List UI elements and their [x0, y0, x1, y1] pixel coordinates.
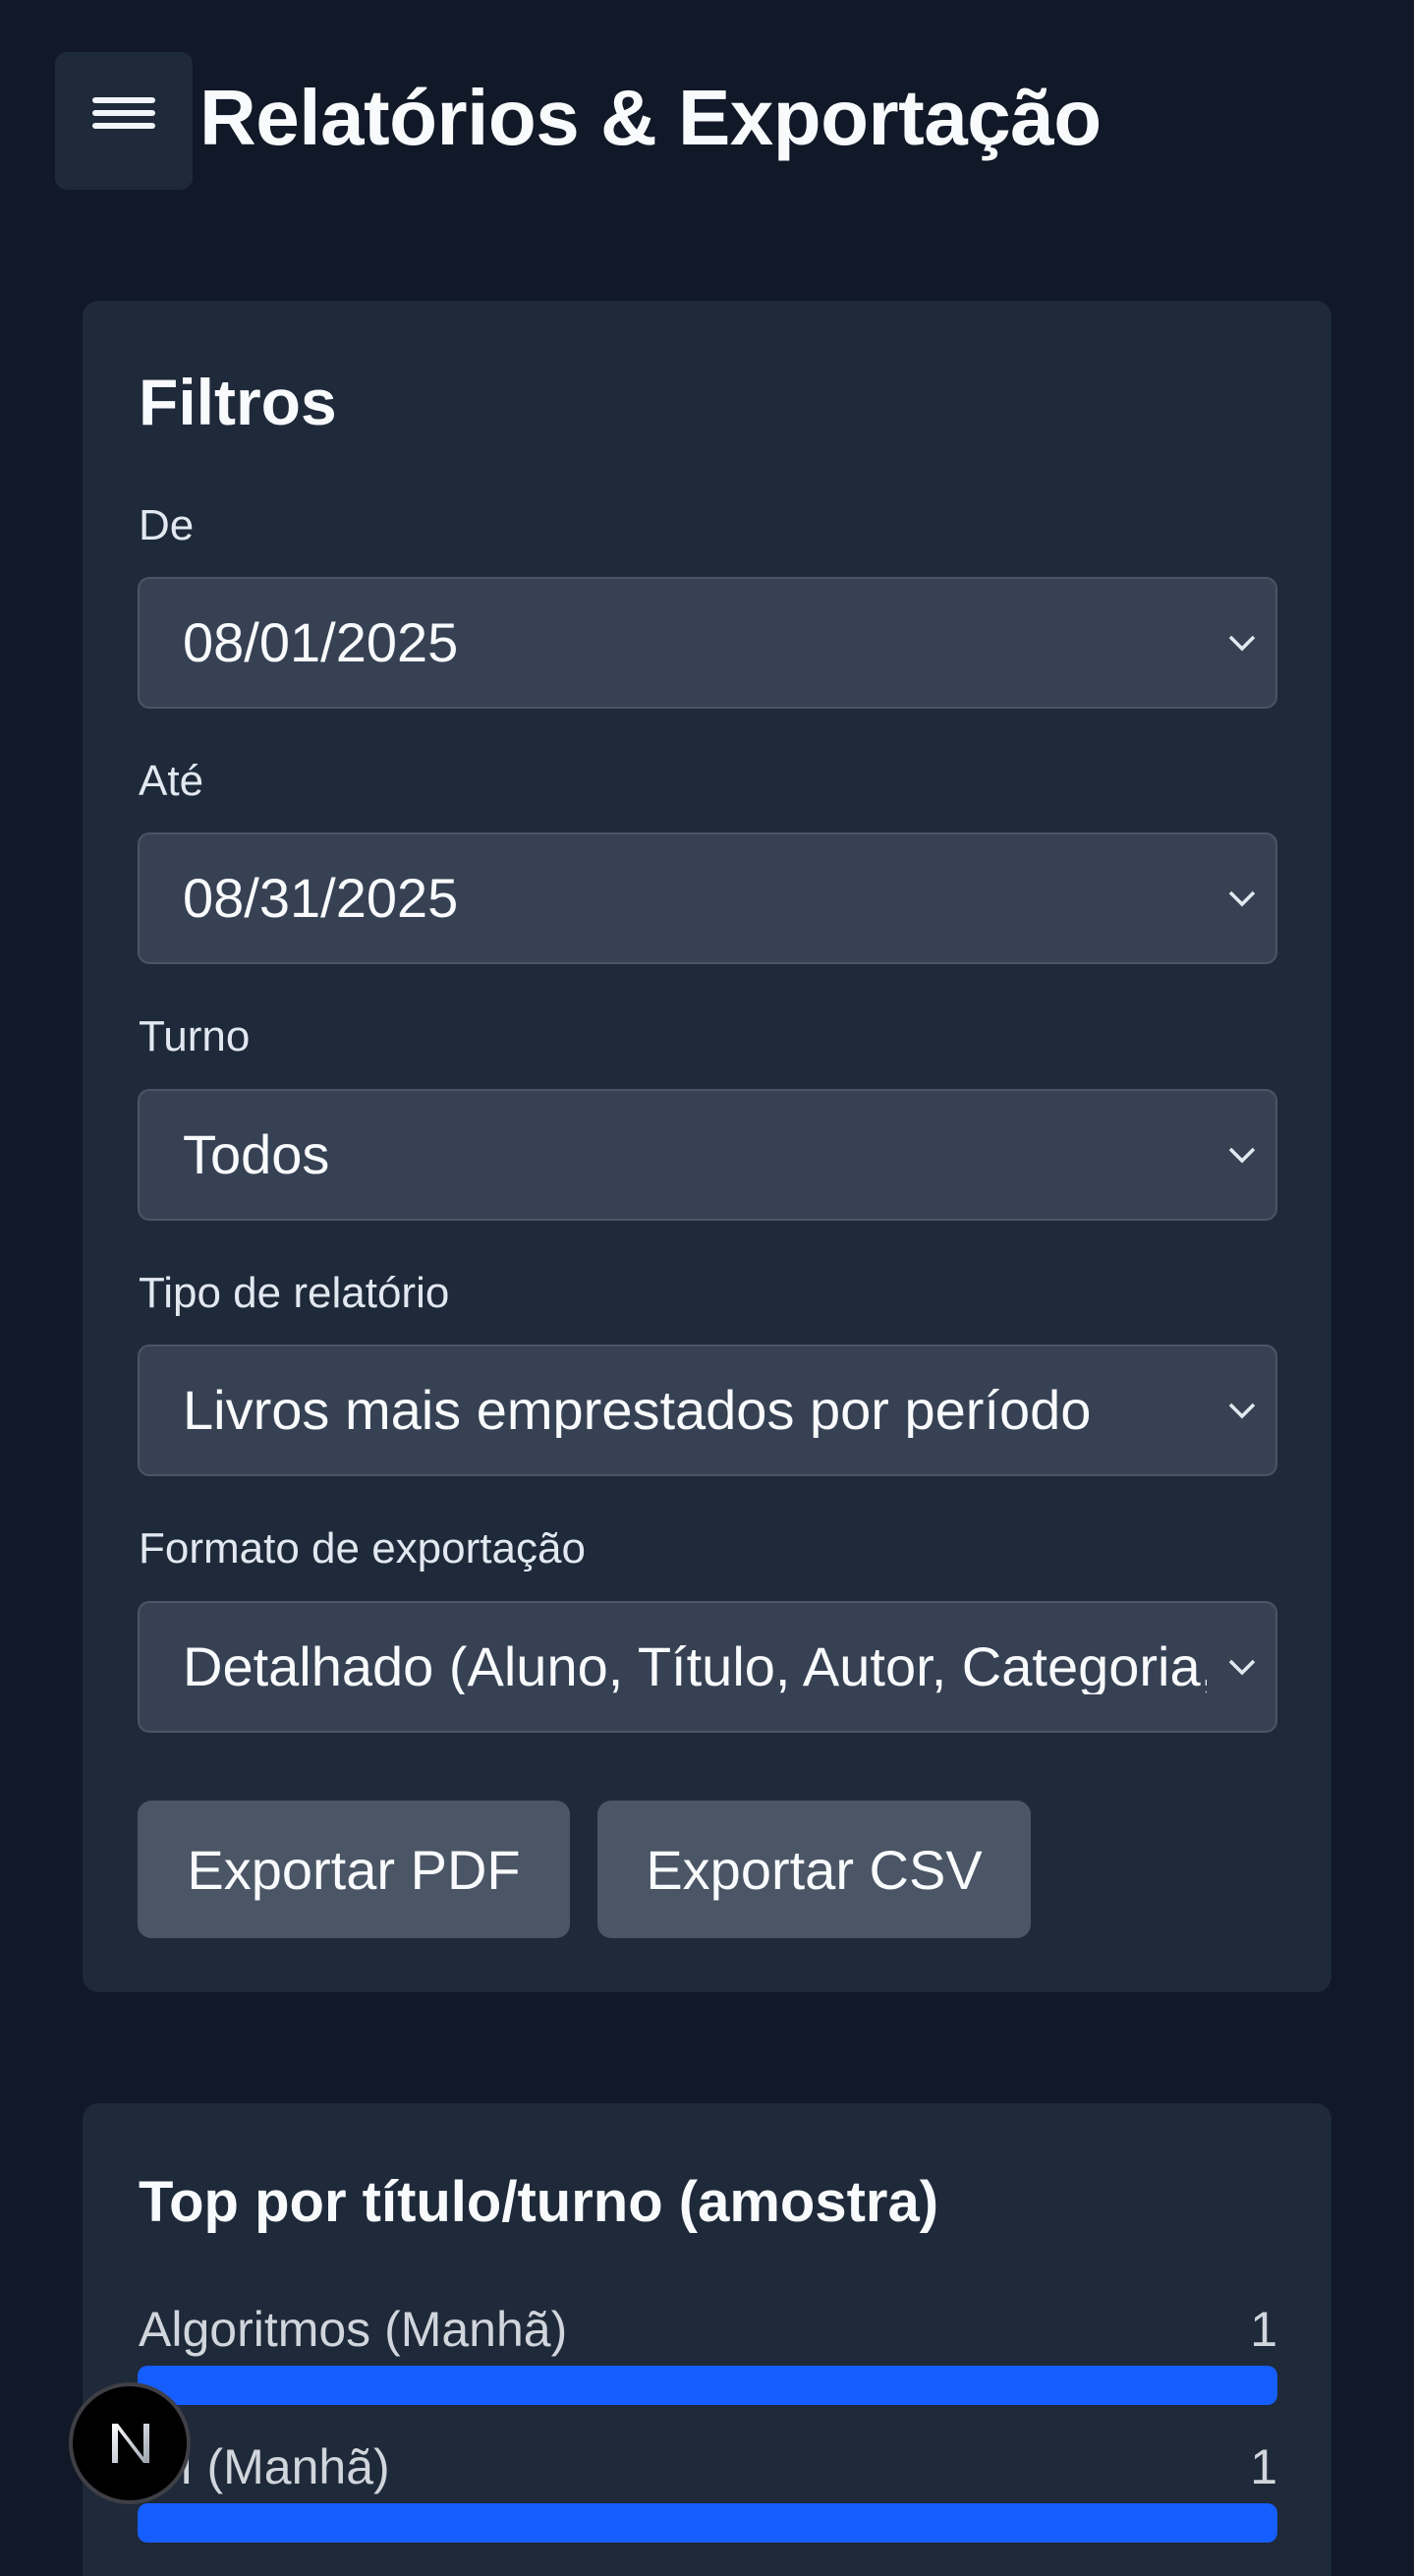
chevron-down-icon: [1228, 1147, 1256, 1164]
bar-fill: [138, 2366, 1277, 2405]
shift-label: Turno: [139, 1012, 251, 1060]
export-format-label: Formato de exportação: [139, 1524, 586, 1573]
nextjs-logo-icon[interactable]: [69, 2382, 191, 2504]
from-label: De: [139, 501, 195, 549]
bar-track: [138, 2503, 1277, 2543]
top-title: Top por título/turno (amostra): [139, 2170, 939, 2234]
filters-title: Filtros: [139, 366, 337, 438]
export-format-select[interactable]: Detalhado (Aluno, Título, Autor, Categor…: [138, 1601, 1277, 1733]
chevron-down-icon: [1228, 890, 1256, 907]
export-pdf-button[interactable]: Exportar PDF: [138, 1801, 570, 1938]
to-date-select[interactable]: 08/31/2025: [138, 832, 1277, 964]
bar-track: [138, 2366, 1277, 2405]
from-date-value: 08/01/2025: [183, 615, 459, 670]
export-csv-button[interactable]: Exportar CSV: [597, 1801, 1031, 1938]
reports-page: Relatórios & Exportação Filtros De 08/01…: [0, 0, 1414, 2576]
report-type-label: Tipo de relatório: [139, 1269, 450, 1317]
chevron-down-icon: [1228, 1659, 1256, 1676]
bar-count: 1: [1250, 2439, 1277, 2494]
menu-button[interactable]: [55, 52, 193, 190]
chevron-down-icon: [1228, 635, 1256, 652]
shift-select[interactable]: Todos: [138, 1089, 1277, 1221]
top-by-title-card: Top por título/turno (amostra) Algoritmo…: [83, 2103, 1331, 2576]
bar-count: 1: [1250, 2302, 1277, 2357]
filters-card: Filtros De 08/01/2025 Até 08/31/2025 Tur…: [83, 301, 1331, 1992]
to-label: Até: [139, 757, 204, 805]
hamburger-menu-icon: [92, 90, 155, 136]
page-title: Relatórios & Exportação: [199, 74, 1102, 161]
shift-value: Todos: [183, 1127, 330, 1182]
bar-label: Algoritmos (Manhã): [139, 2302, 568, 2357]
from-date-select[interactable]: 08/01/2025: [138, 577, 1277, 709]
report-type-value: Livros mais emprestados por período: [183, 1383, 1092, 1438]
bar-fill: [138, 2503, 1277, 2543]
export-format-value: Detalhado (Aluno, Título, Autor, Categor…: [183, 1639, 1207, 1694]
report-type-select[interactable]: Livros mais emprestados por período: [138, 1345, 1277, 1476]
chevron-down-icon: [1228, 1402, 1256, 1419]
n-logo-glyph: [112, 2424, 149, 2463]
to-date-value: 08/31/2025: [183, 871, 459, 926]
